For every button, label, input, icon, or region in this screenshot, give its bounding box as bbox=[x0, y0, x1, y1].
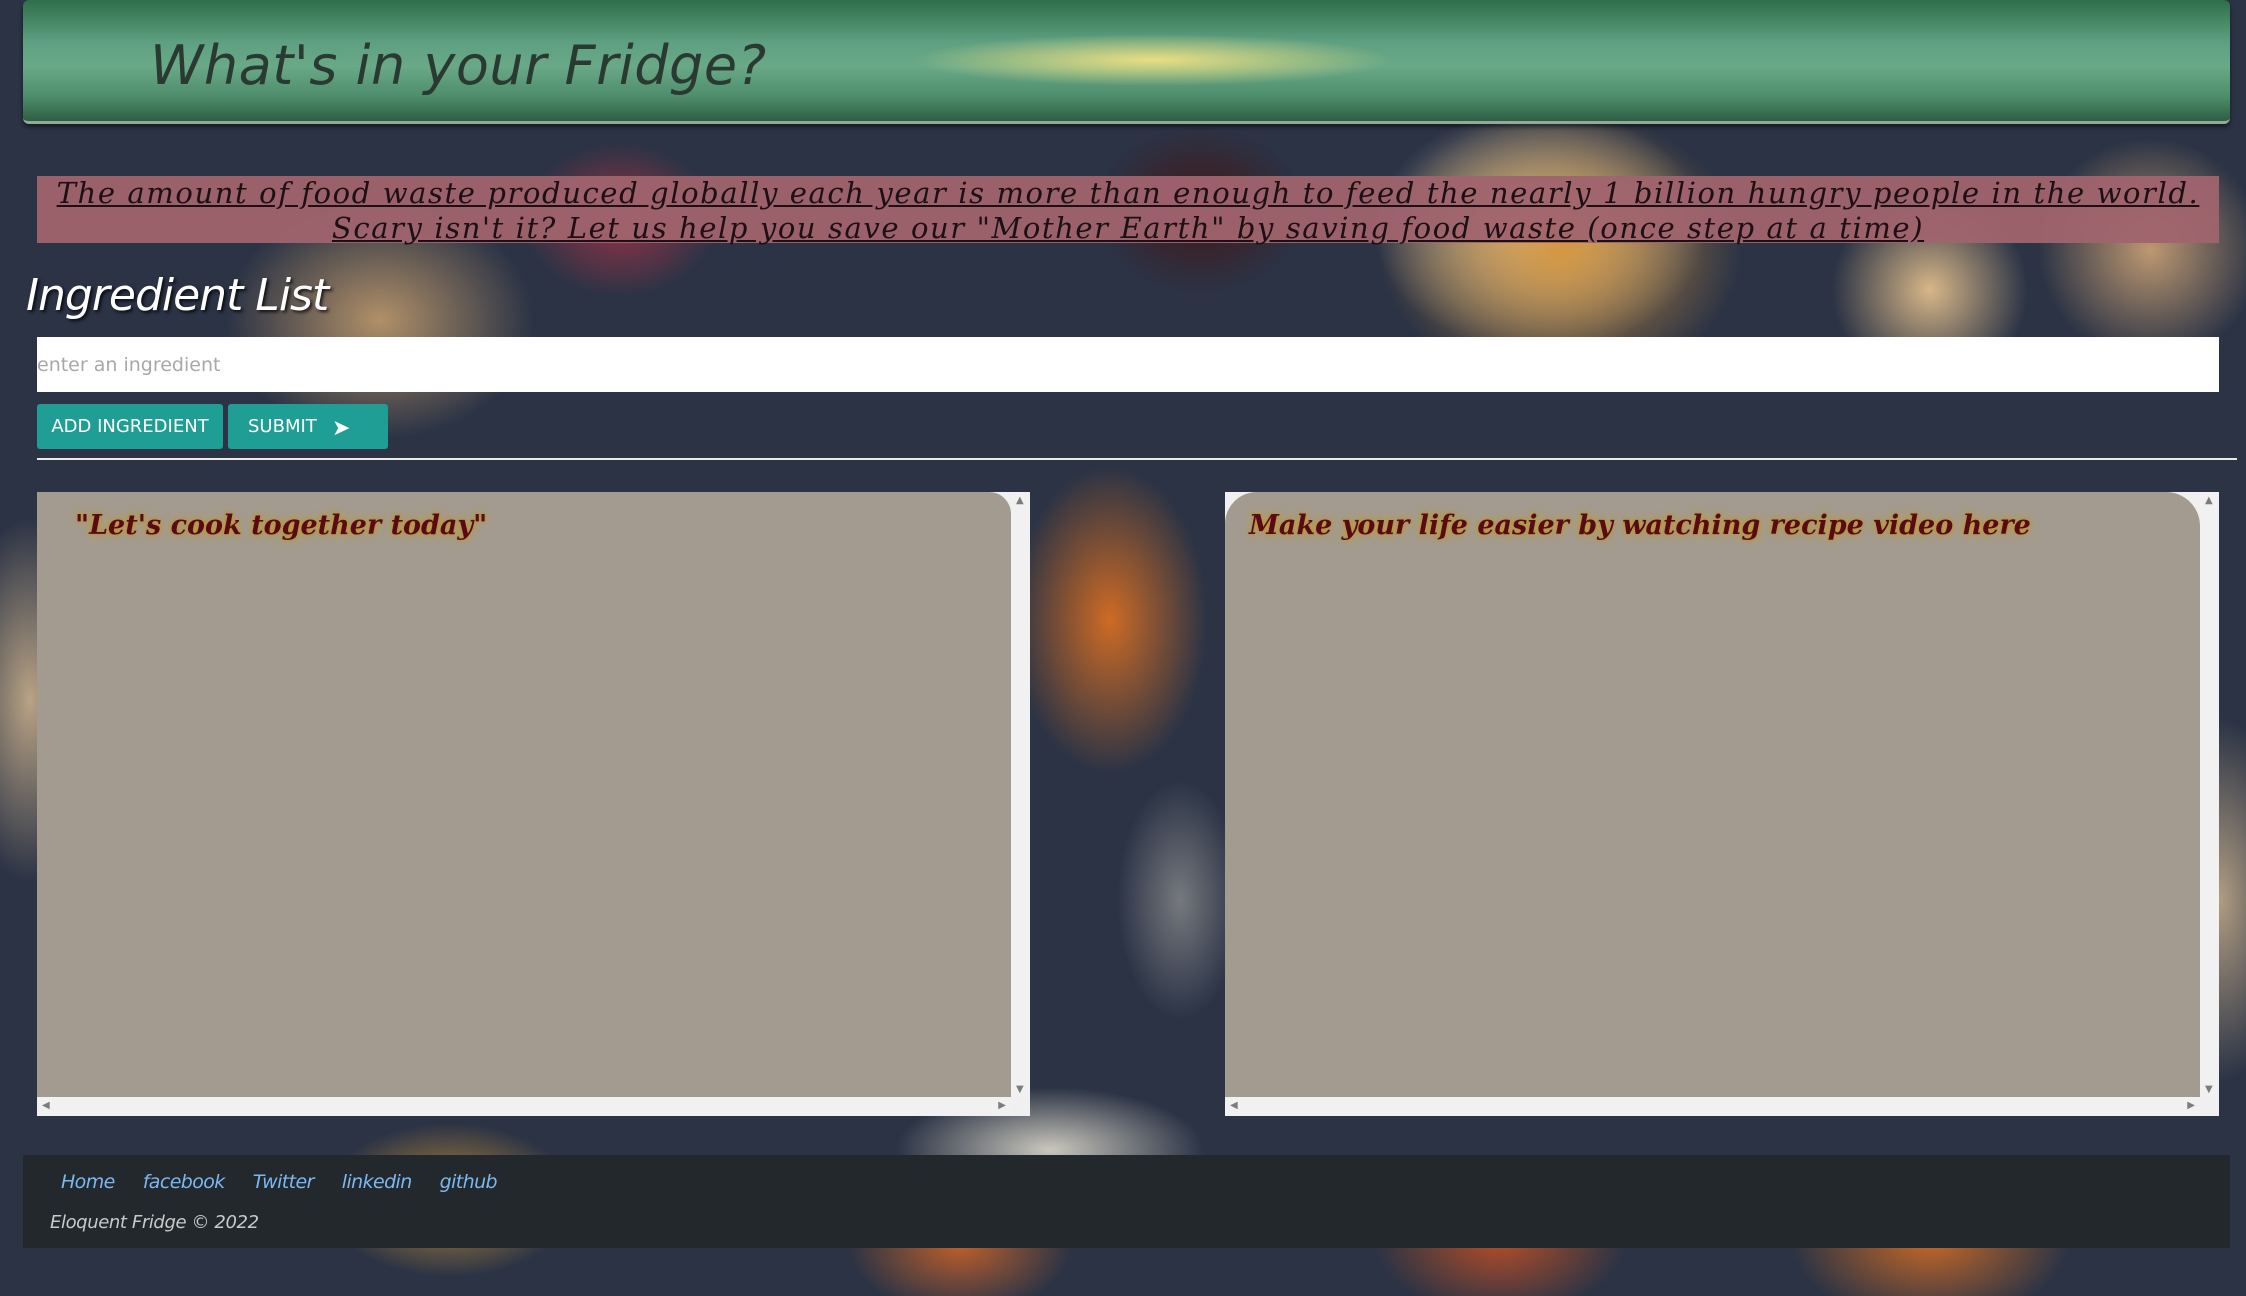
footer-link-linkedin[interactable]: linkedin bbox=[342, 1171, 412, 1193]
video-panel-title: Make your life easier by watching recipe… bbox=[1249, 510, 2031, 541]
ingredient-list-heading: Ingredient List bbox=[26, 270, 329, 321]
scroll-left-arrow-icon[interactable]: ◀ bbox=[42, 1101, 50, 1111]
scroll-up-arrow-icon[interactable]: ▲ bbox=[2205, 496, 2213, 506]
scroll-up-arrow-icon[interactable]: ▲ bbox=[1016, 496, 1024, 506]
ingredient-input[interactable] bbox=[37, 337, 2219, 392]
scroll-down-arrow-icon[interactable]: ▼ bbox=[2205, 1085, 2213, 1095]
footer-link-twitter[interactable]: Twitter bbox=[253, 1171, 315, 1193]
add-ingredient-button[interactable]: ADD INGREDIENT bbox=[37, 404, 223, 449]
scroll-right-arrow-icon[interactable]: ▶ bbox=[998, 1101, 1006, 1111]
scroll-right-arrow-icon[interactable]: ▶ bbox=[2187, 1101, 2195, 1111]
recipe-panel: "Let's cook together today" ▲ ▼ ◀ ▶ bbox=[37, 492, 1030, 1116]
video-panel-horizontal-scrollbar[interactable]: ◀ ▶ bbox=[1225, 1097, 2200, 1116]
recipe-panel-vertical-scrollbar[interactable]: ▲ ▼ bbox=[1011, 492, 1030, 1097]
copyright-text: Eloquent Fridge © 2022 bbox=[50, 1212, 259, 1233]
send-arrow-icon: ➤ bbox=[332, 416, 351, 441]
scroll-left-arrow-icon[interactable]: ◀ bbox=[1230, 1101, 1238, 1111]
food-waste-banner: The amount of food waste produced global… bbox=[37, 176, 2219, 245]
recipe-panel-horizontal-scrollbar[interactable]: ◀ ▶ bbox=[37, 1097, 1011, 1116]
page-footer: Home facebook Twitter linkedin github El… bbox=[23, 1155, 2230, 1248]
page-title: What's in your Fridge? bbox=[150, 34, 767, 97]
video-panel-vertical-scrollbar[interactable]: ▲ ▼ bbox=[2200, 492, 2219, 1097]
recipe-panel-content: "Let's cook together today" bbox=[37, 492, 1011, 1097]
footer-nav: Home facebook Twitter linkedin github bbox=[61, 1171, 498, 1193]
section-divider bbox=[37, 458, 2237, 460]
footer-link-home[interactable]: Home bbox=[61, 1171, 115, 1193]
footer-link-github[interactable]: github bbox=[440, 1171, 498, 1193]
recipe-panel-title: "Let's cook together today" bbox=[75, 510, 488, 541]
scroll-down-arrow-icon[interactable]: ▼ bbox=[1016, 1085, 1024, 1095]
video-panel-content: Make your life easier by watching recipe… bbox=[1225, 492, 2200, 1097]
footer-link-facebook[interactable]: facebook bbox=[143, 1171, 226, 1193]
video-panel: Make your life easier by watching recipe… bbox=[1225, 492, 2219, 1116]
submit-button[interactable]: SUBMIT ➤ bbox=[228, 404, 388, 449]
submit-label: SUBMIT bbox=[248, 416, 317, 437]
page-header: What's in your Fridge? bbox=[23, 0, 2230, 124]
